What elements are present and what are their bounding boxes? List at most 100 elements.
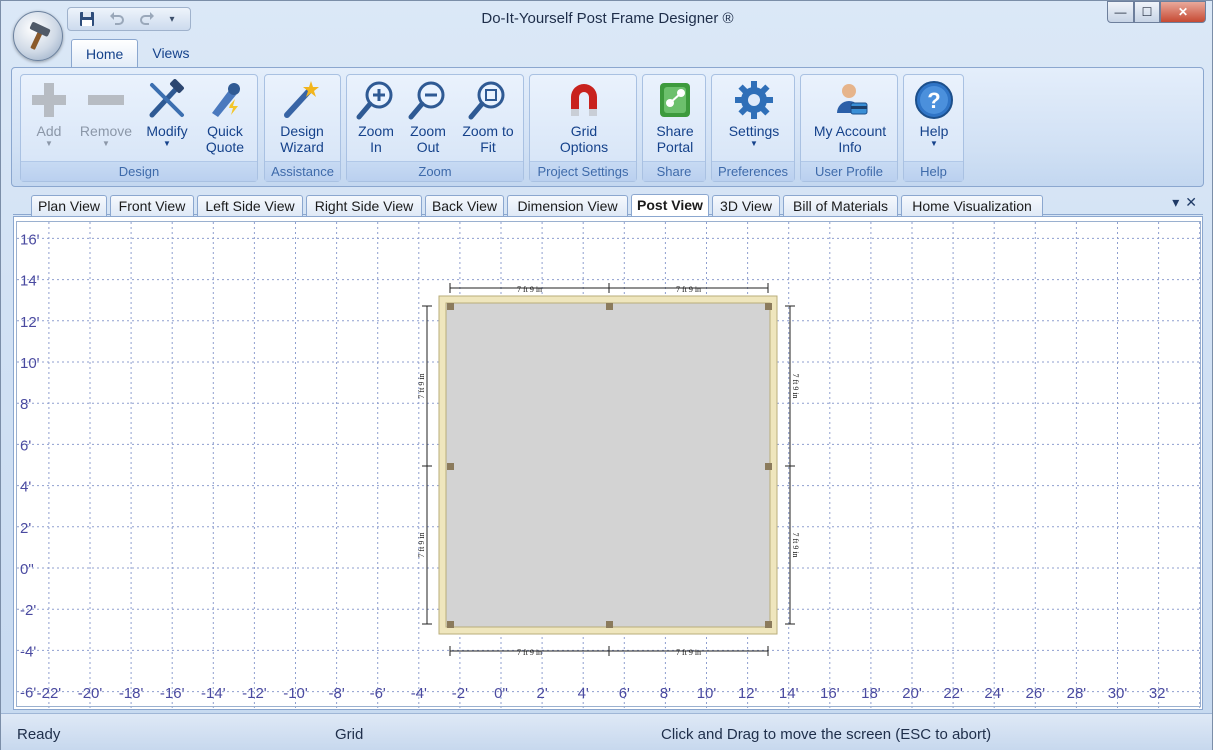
post (765, 303, 772, 310)
group-preferences-label: Preferences (712, 161, 794, 181)
x-axis-label: 6' (619, 685, 630, 702)
zoom-out-label-2: Out (416, 139, 440, 155)
help-button[interactable]: ? Help ▼ (911, 77, 957, 161)
x-axis-label: -20' (78, 685, 103, 702)
zoom-in-button[interactable]: Zoom In (353, 77, 399, 161)
x-axis-label: 24' (984, 685, 1004, 702)
add-button[interactable]: Add ▼ (27, 77, 71, 161)
building-floor (445, 302, 771, 628)
tab-plan-view[interactable]: Plan View (31, 195, 107, 216)
post (606, 303, 613, 310)
zoom-in-label-2: In (370, 139, 382, 155)
tab-home-visualization[interactable]: Home Visualization (901, 195, 1043, 216)
x-axis-label: 4' (578, 685, 589, 702)
close-tab-icon[interactable]: ✕ (1185, 194, 1197, 211)
my-account-button[interactable]: My Account Info (809, 77, 891, 161)
modify-button[interactable]: Modify ▼ (143, 77, 191, 161)
help-dropdown-arrow: ▼ (930, 139, 938, 148)
help-label: Help (919, 123, 949, 139)
x-axis-label: 0" (494, 685, 508, 702)
help-icon: ? (911, 77, 957, 123)
x-axis-label: 28' (1067, 685, 1087, 702)
post (765, 463, 772, 470)
remove-icon (83, 77, 129, 123)
maximize-button[interactable]: ☐ (1134, 1, 1160, 23)
tab-list-dropdown-icon[interactable]: ▾ (1172, 194, 1179, 211)
zoom-fit-label-1: Zoom to (462, 123, 514, 139)
dimension-label: 7 ft 9 in (517, 285, 542, 294)
x-axis-label: 30' (1108, 685, 1128, 702)
grid-options-button[interactable]: Grid Options (554, 77, 614, 161)
tab-3d-view[interactable]: 3D View (712, 195, 780, 216)
dimension-label: 7 ft 9 in (417, 373, 426, 398)
x-axis-label: 20' (902, 685, 922, 702)
y-axis-label: -2' (20, 602, 36, 619)
x-axis-label: 26' (1026, 685, 1046, 702)
minimize-button[interactable]: — (1107, 1, 1134, 23)
svg-text:?: ? (927, 88, 940, 113)
x-axis-label: -22' (37, 685, 62, 702)
group-project-settings: Grid Options Project Settings (529, 74, 637, 182)
group-user-profile: My Account Info User Profile (800, 74, 898, 182)
close-button[interactable]: ✕ (1160, 1, 1206, 23)
grid-options-label-1: Grid (570, 123, 598, 139)
dimension-label: 7 ft 9 in (676, 285, 701, 294)
zoom-fit-button[interactable]: Zoom to Fit (457, 77, 519, 161)
dimension-label: 7 ft 9 in (517, 648, 542, 657)
magnet-icon (561, 77, 607, 123)
y-axis-label: 16' (20, 231, 40, 248)
add-label: Add (36, 123, 62, 139)
y-axis-label: -6' (20, 685, 36, 702)
quick-quote-button[interactable]: Quick Quote (201, 77, 249, 161)
x-axis-label: -2' (452, 685, 468, 702)
status-grid: Grid (335, 726, 364, 743)
post-view-plan[interactable]: 16'14'12'10'8'6'4'2'0"-2'-4'-6' -22' -20' -… (17, 222, 1202, 708)
design-wizard-button[interactable]: Design Wizard (273, 77, 331, 161)
grid-options-label-2: Options (559, 139, 609, 155)
zoom-in-label-1: Zoom (358, 123, 394, 139)
tab-post-view[interactable]: Post View (631, 194, 709, 216)
zoom-out-button[interactable]: Zoom Out (405, 77, 451, 161)
group-help-label: Help (904, 161, 963, 181)
group-design: Add ▼ Remove ▼ Modify ▼ Quick Quote Desi… (20, 74, 258, 182)
y-axis-label: 12' (20, 314, 40, 331)
y-axis-label: 8' (20, 396, 31, 413)
share-portal-icon (652, 77, 698, 123)
tab-views[interactable]: Views (138, 39, 203, 67)
design-wizard-label-2: Wizard (280, 139, 324, 155)
tab-bill-of-materials[interactable]: Bill of Materials (783, 195, 898, 216)
app-window: ▾ Do-It-Yourself Post Frame Designer ® —… (0, 0, 1213, 750)
window-title: Do-It-Yourself Post Frame Designer ® (481, 10, 734, 27)
tab-home[interactable]: Home (71, 39, 139, 67)
settings-button[interactable]: Settings ▼ (724, 77, 784, 161)
remove-button[interactable]: Remove ▼ (79, 77, 133, 161)
x-axis-label: -14' (201, 685, 226, 702)
x-axis-label: 8' (660, 685, 671, 702)
x-axis-label: 32' (1149, 685, 1169, 702)
x-axis-label: 18' (861, 685, 881, 702)
y-axis-label: 0" (20, 561, 34, 578)
share-portal-button[interactable]: Share Portal (649, 77, 701, 161)
tab-right-side-view[interactable]: Right Side View (306, 195, 422, 216)
post (447, 621, 454, 628)
x-axis-label: -18' (119, 685, 144, 702)
add-dropdown-arrow: ▼ (45, 139, 53, 148)
group-share-label: Share (643, 161, 705, 181)
y-axis-label: 4' (20, 479, 31, 496)
settings-dropdown-arrow: ▼ (750, 139, 758, 148)
group-assistance: Design Wizard Assistance (264, 74, 341, 182)
title-bar: ▾ Do-It-Yourself Post Frame Designer ® —… (1, 1, 1212, 35)
tab-back-view[interactable]: Back View (425, 195, 504, 216)
status-bar: Ready Grid Click and Drag to move the sc… (1, 713, 1212, 750)
post (765, 621, 772, 628)
tab-front-view[interactable]: Front View (110, 195, 194, 216)
modify-label: Modify (146, 123, 188, 139)
magic-wand-icon (279, 77, 325, 123)
user-account-icon (827, 77, 873, 123)
group-zoom: Zoom In Zoom Out Zoom to Fit Zoom (346, 74, 524, 182)
zoom-out-icon (405, 77, 451, 123)
application-menu-button[interactable] (13, 11, 63, 61)
tab-left-side-view[interactable]: Left Side View (197, 195, 303, 216)
drawing-canvas[interactable]: 16' 14' 12' 10' 8' 6' 4' 2' 0" -2' -4' -6' -22' -20' -… (13, 216, 1203, 710)
tab-dimension-view[interactable]: Dimension View (507, 195, 628, 216)
